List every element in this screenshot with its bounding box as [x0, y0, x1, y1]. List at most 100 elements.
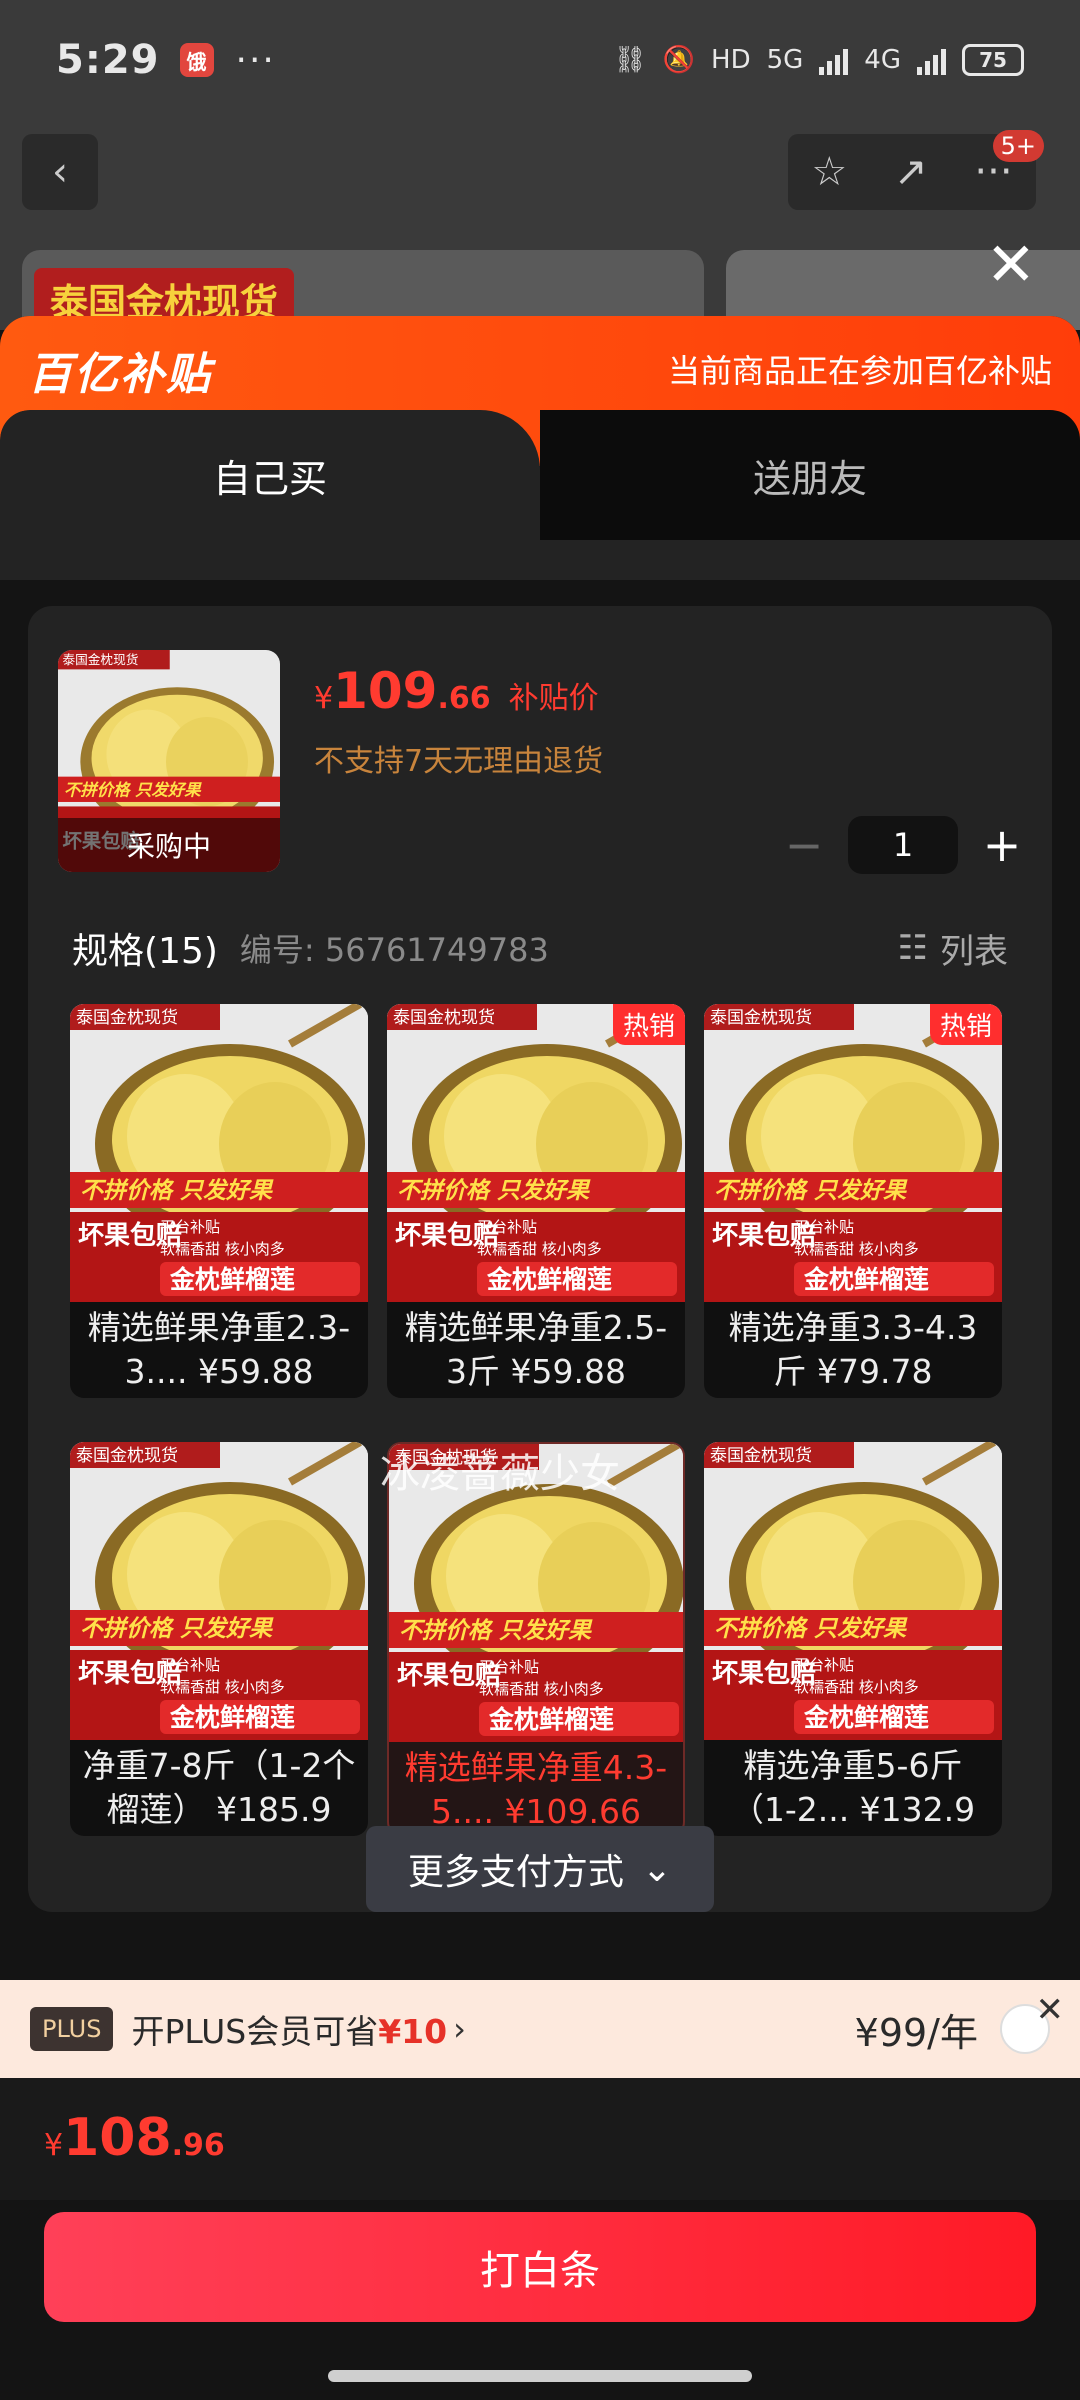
- status-more-icon: ···: [235, 39, 276, 81]
- mute-icon: 🔕: [662, 45, 696, 75]
- plus-logo: PLUS: [30, 2007, 114, 2051]
- thumb-slogan-text: 不拼价格 只发好果: [714, 1178, 908, 1204]
- status-bar: 5:29 饿 ··· ⛓ 🔕 HD 5G 4G 75: [0, 0, 1080, 120]
- spec-item-label: 精选鲜果净重2.5-3斤 ¥59.88: [404, 1308, 668, 1391]
- spec-item[interactable]: 泰国金枕现货 不拼价格 只发好果 坏果包赔 平台补贴 软糯香甜 核小肉多 金枕鲜…: [70, 1004, 368, 1398]
- plus-price: ¥99/年: [854, 2010, 978, 2055]
- thumb-right-text: 金枕鲜榴莲: [169, 1703, 295, 1732]
- spec-item[interactable]: 泰国金枕现货 不拼价格 只发好果 坏果包赔 平台补贴 软糯香甜 核小肉多 金枕鲜…: [704, 1442, 1002, 1836]
- signal-icon: [819, 45, 849, 75]
- battery-icon: 75: [962, 44, 1024, 76]
- network-4g-label: 4G: [864, 45, 901, 75]
- thumb-right-text: 金枕鲜榴莲: [488, 1705, 614, 1734]
- thumb-badge-text: 泰国金枕现货: [76, 1446, 178, 1466]
- product-card: 泰国金枕现货 不拼价格 只发好果 坏果包赔 采购中 ¥ 109 .66 补贴价 …: [28, 606, 1052, 1912]
- spec-item-image: 泰国金枕现货 不拼价格 只发好果 坏果包赔 平台补贴 软糯香甜 核小肉多 金枕鲜…: [389, 1444, 683, 1742]
- thumb-right-text: 金枕鲜榴莲: [169, 1265, 295, 1294]
- total-integer: 108: [63, 2108, 172, 2168]
- durian-thumbnail: 泰国金枕现货 不拼价格 只发好果 坏果包赔 平台补贴 软糯香甜 核小肉多 金枕鲜…: [70, 1004, 368, 1302]
- buy-mode-tabs: 自己买 送朋友: [0, 410, 1080, 540]
- quantity-increase-button[interactable]: +: [982, 818, 1022, 872]
- thumb-slogan-text: 不拼价格 只发好果: [399, 1618, 593, 1644]
- spec-item-label: 精选净重3.3-4.3斤 ¥79.78: [728, 1308, 978, 1391]
- thumb-right-text: 金枕鲜榴莲: [486, 1265, 612, 1294]
- list-icon: ☷: [897, 928, 928, 968]
- plus-text: 开PLUS会员可省¥10: [131, 2012, 448, 2051]
- list-view-toggle[interactable]: ☷ 列表: [898, 924, 1008, 973]
- durian-thumbnail: 泰国金枕现货 不拼价格 只发好果 坏果包赔 平台补贴 软糯香甜 核小肉多 金枕鲜…: [70, 1442, 368, 1740]
- thumb-badge-text: 泰国金枕现货: [710, 1008, 812, 1028]
- no-return-notice: 不支持7天无理由退货: [314, 744, 604, 779]
- back-button[interactable]: ‹: [22, 134, 98, 210]
- link-icon: ⛓: [613, 45, 647, 75]
- favorite-icon[interactable]: ☆: [811, 149, 847, 195]
- thumb-sub1-text: 平台补贴: [794, 1218, 854, 1236]
- thumb-sub2-text: 软糯香甜 核小肉多: [160, 1678, 285, 1696]
- close-icon[interactable]: ✕: [1036, 1990, 1065, 2030]
- plus-membership-bar[interactable]: PLUS 开PLUS会员可省¥10 › ¥99/年 ✕: [0, 1980, 1080, 2078]
- list-label: 列表: [940, 931, 1008, 972]
- thumb-sub1-text: 平台补贴: [477, 1218, 537, 1236]
- spec-item[interactable]: 热销 泰国金枕现货 不拼价格 只发好果 坏果包赔 平台补贴 软糯香甜 核小肉多 …: [704, 1004, 1002, 1398]
- total-symbol: ¥: [44, 2128, 64, 2163]
- spec-item-label: 精选净重5-6斤（1-2... ¥132.9: [730, 1746, 976, 1829]
- chevron-down-icon: ⌄: [641, 1848, 673, 1890]
- thumb-slogan-text: 不拼价格 只发好果: [397, 1178, 591, 1204]
- durian-thumbnail: 泰国金枕现货 不拼价格 只发好果 坏果包赔 平台补贴 软糯香甜 核小肉多 金枕鲜…: [389, 1444, 683, 1742]
- subsidy-logo: 百亿补贴: [28, 349, 212, 400]
- thumb-badge-text: 泰国金枕现货: [395, 1448, 497, 1468]
- hd-icon: HD: [711, 45, 751, 75]
- thumb-slogan-text: 不拼价格 只发好果: [714, 1616, 908, 1642]
- thumb-sub2-text: 软糯香甜 核小肉多: [477, 1240, 602, 1258]
- app-notification-icon: 饿: [179, 43, 214, 77]
- thumb-sub1-text: 平台补贴: [160, 1218, 220, 1236]
- nav-actions: ☆ ↗ ··· 5+: [788, 130, 1044, 210]
- spec-grid: 泰国金枕现货 不拼价格 只发好果 坏果包赔 平台补贴 软糯香甜 核小肉多 金枕鲜…: [70, 1004, 1010, 1836]
- thumb-sub1-text: 平台补贴: [479, 1658, 539, 1676]
- background-page: 5:29 饿 ··· ⛓ 🔕 HD 5G 4G 75 ‹ ☆ ↗ ··· 5+ …: [0, 0, 1080, 330]
- spec-item[interactable]: 热销 泰国金枕现货 不拼价格 只发好果 坏果包赔 平台补贴 软糯香甜 核小肉多 …: [387, 1004, 685, 1398]
- spec-item-label: 精选鲜果净重2.3-3.... ¥59.88: [87, 1308, 351, 1391]
- quantity-stepper: − 1 +: [784, 816, 1022, 874]
- close-icon[interactable]: ✕: [986, 230, 1036, 300]
- spec-item[interactable]: 泰国金枕现货 不拼价格 只发好果 坏果包赔 平台补贴 软糯香甜 核小肉多 金枕鲜…: [70, 1442, 368, 1836]
- thumb-right-text: 金枕鲜榴莲: [803, 1265, 929, 1294]
- spec-item-image: 热销 泰国金枕现货 不拼价格 只发好果 坏果包赔 平台补贴 软糯香甜 核小肉多 …: [387, 1004, 685, 1302]
- message-badge: 5+: [992, 130, 1044, 162]
- spec-item-image: 泰国金枕现货 不拼价格 只发好果 坏果包赔 平台补贴 软糯香甜 核小肉多 金枕鲜…: [70, 1004, 368, 1302]
- durian-thumbnail: 泰国金枕现货 不拼价格 只发好果 坏果包赔 平台补贴 软糯香甜 核小肉多 金枕鲜…: [704, 1004, 1002, 1302]
- thumb-slogan-text: 不拼价格 只发好果: [80, 1178, 274, 1204]
- more-payment-label: 更多支付方式: [407, 1852, 624, 1893]
- price-tag: 补贴价: [508, 681, 599, 716]
- tab-buy-self[interactable]: 自己买: [0, 410, 540, 540]
- subsidy-notice: 当前商品正在参加百亿补贴: [667, 352, 1052, 390]
- total-bar: ¥ 108 .96: [0, 2078, 1080, 2200]
- home-indicator[interactable]: [328, 2370, 752, 2382]
- more-payment-button[interactable]: 更多支付方式 ⌄: [366, 1826, 714, 1912]
- plus-saving: ¥10: [378, 2012, 448, 2051]
- thumb-badge-text: 泰国金枕现货: [62, 652, 138, 667]
- spec-item-label: 精选鲜果净重4.3-5.... ¥109.66: [404, 1748, 668, 1831]
- thumb-badge-text: 泰国金枕现货: [393, 1008, 495, 1028]
- quantity-decrease-button[interactable]: −: [784, 818, 824, 872]
- thumb-right-text: 金枕鲜榴莲: [803, 1703, 929, 1732]
- share-icon[interactable]: ↗: [894, 149, 928, 195]
- thumb-sub1-text: 平台补贴: [160, 1656, 220, 1674]
- spec-header: 规格(15) 编号: 56761749783 ☷ 列表: [72, 922, 1008, 974]
- product-code: 编号: 56761749783: [239, 931, 549, 969]
- tab-underlay: [0, 540, 1080, 580]
- hot-sale-badge: 热销: [929, 1004, 1002, 1045]
- product-image: 泰国金枕现货 不拼价格 只发好果 坏果包赔 采购中: [58, 650, 280, 872]
- quantity-input[interactable]: 1: [848, 816, 958, 874]
- durian-thumbnail: 泰国金枕现货 不拼价格 只发好果 坏果包赔 平台补贴 软糯香甜 核小肉多 金枕鲜…: [704, 1442, 1002, 1740]
- spec-item-image: 热销 泰国金枕现货 不拼价格 只发好果 坏果包赔 平台补贴 软糯香甜 核小肉多 …: [704, 1004, 1002, 1302]
- price-integer: 109: [333, 662, 438, 720]
- thumb-badge-text: 泰国金枕现货: [76, 1008, 178, 1028]
- spec-item-image: 泰国金枕现货 不拼价格 只发好果 坏果包赔 平台补贴 软糯香甜 核小肉多 金枕鲜…: [70, 1442, 368, 1740]
- spec-item[interactable]: 泰国金枕现货 不拼价格 只发好果 坏果包赔 平台补贴 软糯香甜 核小肉多 金枕鲜…: [387, 1442, 685, 1836]
- network-5g-label: 5G: [766, 45, 804, 75]
- pay-button[interactable]: 打白条: [44, 2212, 1036, 2322]
- thumb-slogan-text: 不拼价格 只发好果: [80, 1616, 274, 1642]
- signal-icon-2: [917, 45, 946, 75]
- tab-gift-friend[interactable]: 送朋友: [540, 410, 1080, 540]
